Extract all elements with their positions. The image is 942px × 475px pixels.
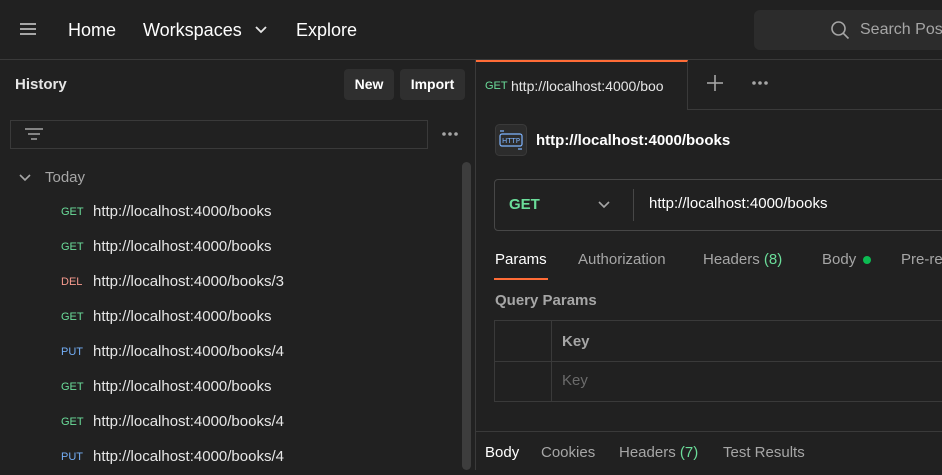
headers-count: (8) [763, 251, 783, 268]
hamburger-menu-icon[interactable] [20, 23, 38, 37]
search-icon [831, 21, 850, 40]
history-item[interactable]: GET http://localhost:4000/books [0, 300, 460, 335]
tab-method-badge: GET [485, 80, 508, 92]
response-tab-headers[interactable]: Headers (7) [619, 443, 698, 463]
history-url: http://localhost:4000/books/4 [93, 448, 284, 465]
sidebar-scrollbar[interactable] [462, 162, 471, 470]
history-item[interactable]: GET http://localhost:4000/books [0, 370, 460, 405]
more-options-icon[interactable] [440, 128, 460, 140]
method-badge: GET [61, 206, 84, 218]
nav-workspaces[interactable]: Workspaces [143, 17, 242, 43]
tab-params[interactable]: Params [495, 250, 547, 270]
method-badge: GET [61, 241, 84, 253]
tab-headers[interactable]: Headers (8) [703, 250, 782, 270]
tab-body[interactable]: Body [822, 250, 856, 270]
tab-prerequest[interactable]: Pre-re [901, 250, 942, 270]
http-request-icon: HTTP [495, 124, 527, 156]
method-badge: PUT [61, 346, 83, 358]
import-button[interactable]: Import [400, 69, 465, 100]
filter-input[interactable] [10, 120, 428, 149]
history-url: http://localhost:4000/books [93, 238, 272, 255]
method-badge: PUT [61, 451, 83, 463]
response-tab-test-results[interactable]: Test Results [723, 443, 805, 463]
history-item[interactable]: GET http://localhost:4000/books [0, 195, 460, 230]
tab-headers-label: Headers [703, 251, 760, 268]
nav-home[interactable]: Home [68, 17, 116, 43]
response-tab-body[interactable]: Body [485, 443, 519, 463]
tab-authorization[interactable]: Authorization [578, 250, 666, 270]
url-divider [633, 189, 634, 221]
method-badge: GET [61, 311, 84, 323]
chevron-down-icon[interactable] [18, 171, 32, 185]
response-headers-count: (7) [679, 444, 699, 461]
response-tab-cookies[interactable]: Cookies [541, 443, 595, 463]
history-item[interactable]: GET http://localhost:4000/books/4 [0, 405, 460, 440]
history-item[interactable]: GET http://localhost:4000/books [0, 230, 460, 265]
history-group-today[interactable]: Today [45, 168, 85, 188]
body-indicator-dot [863, 256, 871, 264]
history-url: http://localhost:4000/books [93, 378, 272, 395]
more-options-icon[interactable] [750, 78, 770, 88]
history-url: http://localhost:4000/books/3 [93, 273, 284, 290]
sidebar-title: History [15, 76, 67, 93]
filter-icon [25, 128, 43, 140]
method-badge: GET [61, 416, 84, 428]
table-divider [494, 361, 942, 362]
tab-url: http://localhost:4000/boo [511, 78, 664, 94]
history-item[interactable]: DEL http://localhost:4000/books/3 [0, 265, 460, 300]
method-badge: DEL [61, 276, 83, 288]
history-url: http://localhost:4000/books/4 [93, 413, 284, 430]
history-url: http://localhost:4000/books [93, 203, 272, 220]
new-button[interactable]: New [344, 69, 394, 100]
history-item[interactable]: PUT http://localhost:4000/books/4 [0, 335, 460, 370]
svg-text:HTTP: HTTP [502, 137, 520, 145]
chevron-down-icon[interactable] [254, 24, 268, 36]
history-url: http://localhost:4000/books/4 [93, 343, 284, 360]
active-tab-indicator [494, 278, 548, 280]
response-tab-headers-label: Headers [619, 444, 676, 461]
chevron-down-icon[interactable] [597, 198, 611, 212]
nav-explore[interactable]: Explore [296, 17, 357, 43]
history-url: http://localhost:4000/books [93, 308, 272, 325]
plus-icon[interactable] [704, 72, 726, 94]
request-title[interactable]: http://localhost:4000/books [536, 131, 730, 151]
column-header-key: Key [562, 333, 590, 350]
query-params-title: Query Params [495, 292, 597, 309]
method-badge: GET [61, 381, 84, 393]
param-key-input[interactable]: Key [562, 371, 588, 391]
method-select[interactable]: GET [509, 195, 540, 215]
search-placeholder[interactable]: Search Pos [860, 20, 942, 40]
url-input[interactable]: http://localhost:4000/books [649, 194, 827, 214]
